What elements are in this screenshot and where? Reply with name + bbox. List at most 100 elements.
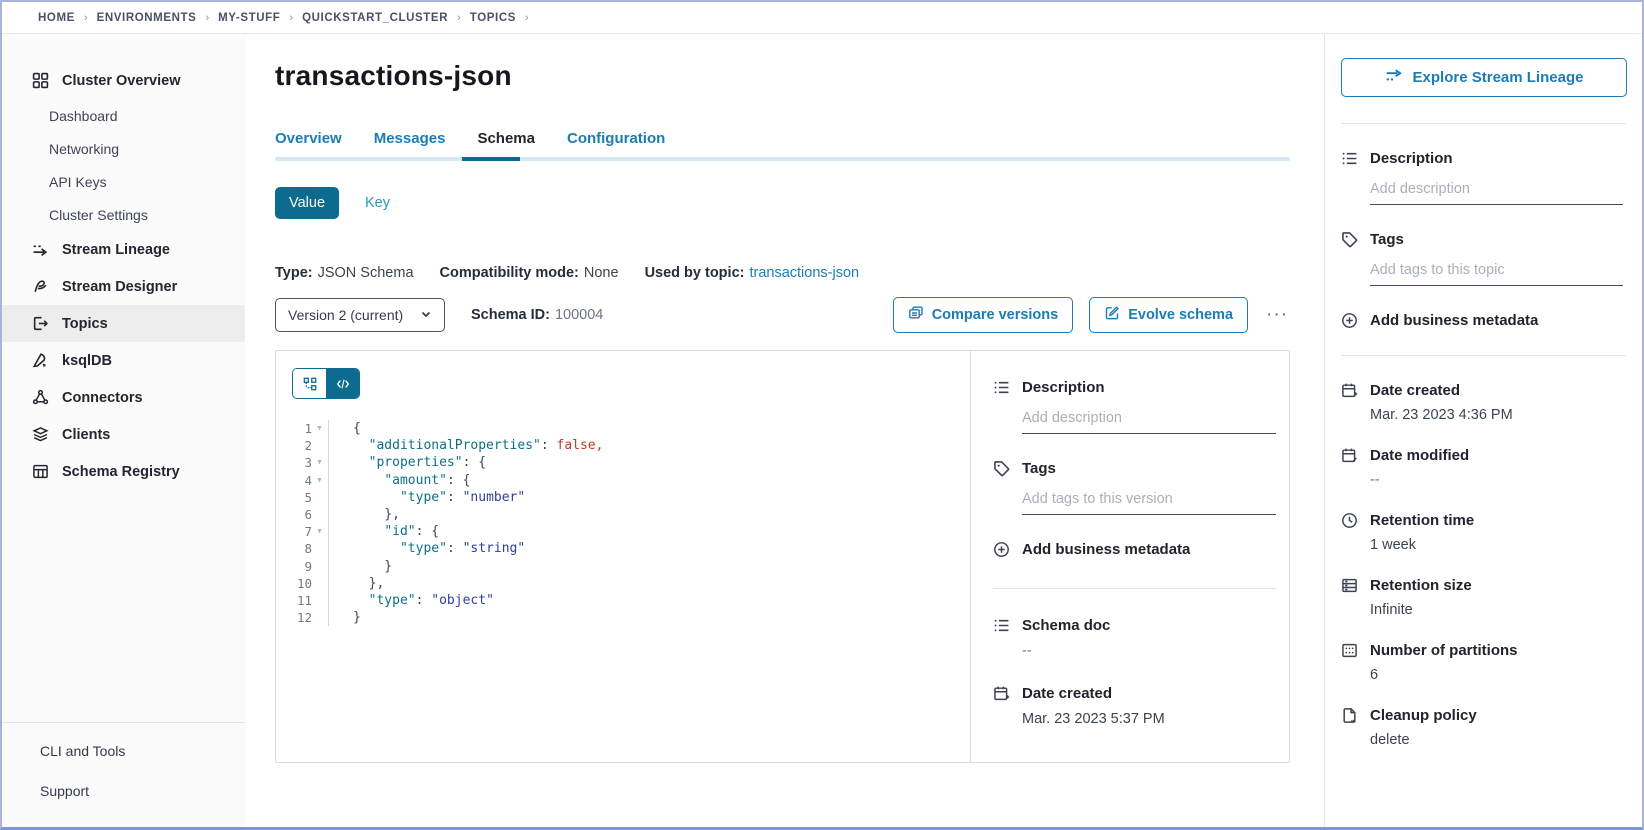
- breadcrumb-topics[interactable]: TOPICS: [470, 12, 516, 24]
- sidebar-divider: [2, 722, 245, 723]
- page-title: transactions-json: [275, 60, 1290, 92]
- description-list-icon: [993, 379, 1010, 396]
- sidebar-item-topics[interactable]: Topics: [2, 305, 245, 342]
- topics-icon: [32, 315, 49, 332]
- clock-icon: [1341, 512, 1358, 529]
- schema-card: 1▼{2 "additionalProperties": false,3▼ "p…: [275, 350, 1290, 763]
- sidebar-item-stream-lineage[interactable]: Stream Lineage: [2, 231, 245, 268]
- calendar-plus-icon: [993, 685, 1010, 702]
- tags-label: Tags: [1022, 460, 1056, 477]
- panel-divider: [1341, 355, 1626, 356]
- sidebar-item-label: Dashboard: [49, 108, 118, 124]
- topic-tags-input[interactable]: [1370, 258, 1623, 286]
- code-view-toggle[interactable]: [326, 369, 359, 398]
- stream-lineage-icon: [1385, 67, 1403, 89]
- sidebar-item-label: Topics: [62, 316, 108, 332]
- compare-versions-button[interactable]: Compare versions: [893, 297, 1074, 333]
- code-line: 7▼ "id": {: [276, 523, 970, 540]
- version-select[interactable]: Version 2 (current): [275, 298, 445, 332]
- code-line: 9 }: [276, 558, 970, 575]
- stream-designer-icon: [32, 278, 49, 295]
- schema-type: Type:JSON Schema: [275, 265, 414, 281]
- breadcrumb-home[interactable]: HOME: [38, 12, 75, 24]
- sidebar-item-support[interactable]: Support: [2, 771, 245, 811]
- sidebar-item-clients[interactable]: Clients: [2, 416, 245, 453]
- detail-date-modified: Date modified --: [1341, 447, 1626, 488]
- sidebar-item-label: ksqlDB: [62, 353, 112, 369]
- sidebar-item-networking[interactable]: Networking: [2, 132, 245, 165]
- tree-view-toggle[interactable]: [293, 369, 326, 398]
- stream-lineage-icon: [32, 241, 49, 258]
- calendar-plus-icon: [1341, 382, 1358, 399]
- sidebar-item-ksqldb[interactable]: ksqlDB: [2, 342, 245, 379]
- detail-retention-time: Retention time 1 week: [1341, 512, 1626, 553]
- sidebar-item-cluster-settings[interactable]: Cluster Settings: [2, 198, 245, 231]
- sidebar-item-label: Stream Designer: [62, 279, 177, 295]
- description-label: Description: [1370, 150, 1453, 167]
- sidebar-item-connectors[interactable]: Connectors: [2, 379, 245, 416]
- explore-stream-lineage-button[interactable]: Explore Stream Lineage: [1341, 58, 1627, 97]
- breadcrumb-quickstart-cluster[interactable]: QUICKSTART_CLUSTER: [302, 12, 448, 24]
- plus-circle-icon: [1341, 312, 1358, 329]
- breadcrumb-separator: ›: [457, 12, 461, 24]
- used-by-topic-link[interactable]: transactions-json: [749, 265, 859, 281]
- tab-configuration[interactable]: Configuration: [567, 130, 665, 157]
- sidebar-item-cluster-overview[interactable]: Cluster Overview: [2, 62, 245, 99]
- sidebar-item-label: Clients: [62, 427, 110, 443]
- panel-divider: [993, 588, 1276, 589]
- sidebar-item-schema-registry[interactable]: Schema Registry: [2, 453, 245, 490]
- tab-underline: [275, 157, 1290, 161]
- tab-schema[interactable]: Schema: [477, 130, 535, 157]
- code-line: 1▼{: [276, 420, 970, 437]
- fold-caret-icon[interactable]: ▼: [315, 472, 324, 489]
- value-toggle-button[interactable]: Value: [275, 187, 339, 219]
- topic-description-input[interactable]: [1370, 177, 1623, 205]
- used-by-topic: Used by topic:transactions-json: [645, 265, 860, 281]
- fold-caret-icon[interactable]: ▼: [315, 523, 324, 540]
- code-line: 5 "type": "number": [276, 489, 970, 506]
- code-line: 4▼ "amount": {: [276, 472, 970, 489]
- date-created-value: Mar. 23 2023 5:37 PM: [1022, 711, 1276, 727]
- add-business-metadata-button[interactable]: Add business metadata: [993, 541, 1276, 558]
- breadcrumb-separator: ›: [289, 12, 293, 24]
- detail-retention-size: Retention size Infinite: [1341, 577, 1626, 618]
- more-actions-menu[interactable]: ···: [1264, 310, 1290, 320]
- sidebar-item-dashboard[interactable]: Dashboard: [2, 99, 245, 132]
- code-line: 2 "additionalProperties": false,: [276, 437, 970, 454]
- compare-versions-icon: [908, 305, 924, 325]
- breadcrumb-environments[interactable]: ENVIRONMENTS: [97, 12, 197, 24]
- schema-registry-table-icon: [32, 463, 49, 480]
- document-check-icon: [1341, 707, 1358, 724]
- left-sidebar: Cluster Overview Dashboard Networking AP…: [2, 34, 245, 827]
- tab-bar: Overview Messages Schema Configuration: [275, 130, 1290, 157]
- version-description-input[interactable]: [1022, 406, 1276, 434]
- fold-caret-icon[interactable]: ▼: [315, 454, 324, 471]
- sidebar-item-stream-designer[interactable]: Stream Designer: [2, 268, 245, 305]
- version-tags-input[interactable]: [1022, 487, 1276, 515]
- sidebar-item-api-keys[interactable]: API Keys: [2, 165, 245, 198]
- detail-date-created: Date created Mar. 23 2023 4:36 PM: [1341, 382, 1626, 423]
- panel-divider: [1341, 123, 1626, 124]
- fold-caret-icon[interactable]: ▼: [315, 420, 324, 437]
- key-toggle-link[interactable]: Key: [365, 195, 390, 211]
- tags-label: Tags: [1370, 231, 1404, 248]
- sidebar-item-cli-and-tools[interactable]: CLI and Tools: [2, 731, 245, 771]
- code-line: 12}: [276, 609, 970, 626]
- storage-icon: [1341, 577, 1358, 594]
- tab-messages[interactable]: Messages: [374, 130, 446, 157]
- code-lines[interactable]: 1▼{2 "additionalProperties": false,3▼ "p…: [276, 420, 970, 626]
- schema-meta-row: Type:JSON Schema Compatibility mode:None…: [275, 265, 1290, 281]
- evolve-schema-button[interactable]: Evolve schema: [1089, 297, 1248, 333]
- code-line: 3▼ "properties": {: [276, 454, 970, 471]
- breadcrumb-my-stuff[interactable]: MY-STUFF: [218, 12, 280, 24]
- tab-overview[interactable]: Overview: [275, 130, 342, 157]
- add-business-metadata-button[interactable]: Add business metadata: [1341, 312, 1626, 329]
- breadcrumb: HOME › ENVIRONMENTS › MY-STUFF › QUICKST…: [2, 2, 1642, 34]
- schema-view-toggle: [292, 368, 360, 399]
- ksqldb-quill-icon: [32, 352, 49, 369]
- evolve-schema-edit-icon: [1104, 305, 1120, 325]
- main-content: transactions-json Overview Messages Sche…: [245, 34, 1324, 827]
- sidebar-item-label: Stream Lineage: [62, 242, 170, 258]
- schema-code-pane: 1▼{2 "additionalProperties": false,3▼ "p…: [276, 351, 971, 762]
- sidebar-item-label: Schema Registry: [62, 464, 180, 480]
